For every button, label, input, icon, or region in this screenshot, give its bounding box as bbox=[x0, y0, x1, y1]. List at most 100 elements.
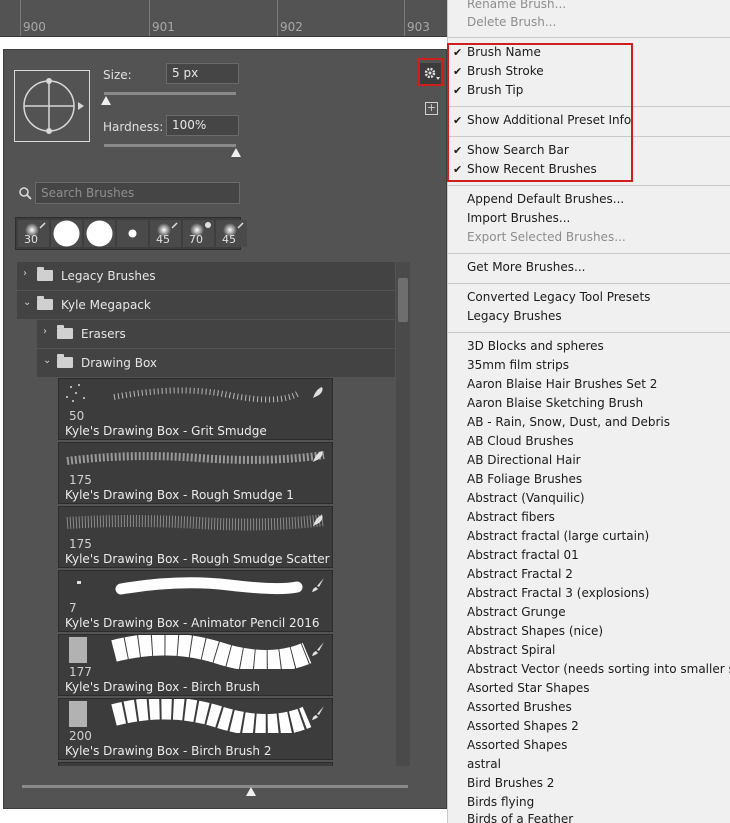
menu-item-legacy-brushes[interactable]: Legacy Brushes bbox=[467, 309, 562, 323]
menu-item-brush-library[interactable]: Abstract Fractal 3 (explosions) bbox=[467, 586, 649, 600]
hardness-label: Hardness: bbox=[103, 120, 164, 134]
brush-name: Kyle's Drawing Box - Birch Brush bbox=[65, 680, 261, 694]
size-slider-track[interactable] bbox=[104, 92, 236, 95]
recent-brush-size: 45 bbox=[156, 233, 170, 246]
brush-row[interactable]: 177 Kyle's Drawing Box - Birch Brush bbox=[58, 633, 333, 696]
brush-size: 7 bbox=[69, 601, 77, 615]
recent-brush[interactable] bbox=[117, 220, 148, 247]
chevron-down-icon[interactable]: ⌄ bbox=[43, 356, 51, 366]
hardness-slider-track[interactable] bbox=[104, 144, 236, 147]
group-kyle-megapack[interactable]: ⌄ Kyle Megapack bbox=[17, 291, 395, 319]
menu-item-brush-library[interactable]: Assorted Shapes 2 bbox=[467, 719, 579, 733]
menu-item-brush-library[interactable]: Birds flying bbox=[467, 795, 534, 809]
menu-item-brush-library[interactable]: Assorted Brushes bbox=[467, 700, 572, 714]
brush-stroke-preview bbox=[66, 384, 301, 403]
group-erasers[interactable]: › Erasers bbox=[37, 320, 395, 348]
menu-item-get-more-brushes[interactable]: Get More Brushes... bbox=[467, 260, 585, 274]
recent-brush[interactable]: 70 bbox=[183, 220, 214, 247]
recent-brush[interactable]: 45 bbox=[216, 220, 247, 247]
menu-item-brush-library[interactable]: Aaron Blaise Sketching Brush bbox=[467, 396, 643, 410]
menu-item-brush-library[interactable]: Bird Brushes 2 bbox=[467, 776, 554, 790]
menu-item-brush-library[interactable]: 3D Blocks and spheres bbox=[467, 339, 604, 353]
menu-item-brush-library[interactable]: AB Foliage Brushes bbox=[467, 472, 582, 486]
brush-name: Kyle's Drawing Box - Grit Smudge bbox=[65, 424, 267, 438]
brush-size: 200 bbox=[69, 729, 92, 743]
scrollbar-thumb[interactable] bbox=[398, 278, 408, 322]
group-drawing-box[interactable]: ⌄ Drawing Box bbox=[37, 349, 395, 377]
paintbrush-tool-icon bbox=[312, 642, 324, 656]
ruler-tick bbox=[149, 0, 150, 36]
group-legacy-brushes[interactable]: › Legacy Brushes bbox=[17, 262, 395, 290]
menu-item-brush-library[interactable]: AB Cloud Brushes bbox=[467, 434, 574, 448]
menu-item-import-brushes[interactable]: Import Brushes... bbox=[467, 211, 570, 225]
folder-open-icon bbox=[37, 296, 53, 310]
menu-item-brush-library[interactable]: AB - Rain, Snow, Dust, and Debris bbox=[467, 415, 670, 429]
menu-item-brush-library[interactable]: Aaron Blaise Hair Brushes Set 2 bbox=[467, 377, 657, 391]
ruler-label: 900 bbox=[23, 20, 46, 34]
new-brush-icon[interactable]: + bbox=[425, 102, 438, 115]
ruler-label: 901 bbox=[152, 20, 175, 34]
recent-brush[interactable]: 30 bbox=[18, 220, 49, 247]
brush-name: Kyle's Drawing Box - Rough Smudge 1 bbox=[65, 488, 294, 502]
group-label: Kyle Megapack bbox=[61, 298, 151, 312]
size-field[interactable]: 5 px bbox=[166, 63, 239, 84]
brush-tip-preview[interactable] bbox=[14, 70, 90, 142]
menu-separator bbox=[448, 283, 730, 284]
menu-item-brush-library[interactable]: Asorted Star Shapes bbox=[467, 681, 590, 695]
paintbrush-tool-icon bbox=[312, 578, 324, 592]
search-brushes-input[interactable]: Search Brushes bbox=[35, 182, 240, 204]
chevron-right-icon[interactable]: › bbox=[43, 327, 51, 337]
menu-item-brush-library[interactable]: Abstract (Vanquilic) bbox=[467, 491, 585, 505]
menu-item-export-selected-brushes[interactable]: Export Selected Brushes... bbox=[467, 230, 626, 244]
chevron-down-icon[interactable]: ⌄ bbox=[23, 298, 31, 308]
menu-item-brush-library[interactable]: astral bbox=[467, 757, 501, 771]
recent-brush[interactable]: 45 bbox=[150, 220, 181, 247]
menu-item-brush-library[interactable]: 35mm film strips bbox=[467, 358, 569, 372]
menu-item-brush-library[interactable]: Abstract Spiral bbox=[467, 643, 555, 657]
brush-name: Kyle's Drawing Box - Animator Pencil 201… bbox=[65, 616, 320, 630]
brush-row[interactable]: 200 Kyle's Drawing Box - Birch Brush 2 bbox=[58, 697, 333, 760]
brush-stroke-preview bbox=[69, 633, 312, 672]
hardness-slider-thumb[interactable] bbox=[231, 148, 241, 157]
group-label: Legacy Brushes bbox=[61, 269, 156, 283]
menu-item-brush-library[interactable]: Abstract Grunge bbox=[467, 605, 566, 619]
recent-brush[interactable] bbox=[84, 220, 115, 247]
chevron-right-icon[interactable]: › bbox=[23, 269, 31, 279]
menu-item-delete-brush[interactable]: Delete Brush... bbox=[467, 15, 556, 29]
menu-item-append-default-brushes[interactable]: Append Default Brushes... bbox=[467, 192, 624, 206]
brush-row[interactable]: 50 Kyle's Drawing Box - Grit Smudge bbox=[58, 378, 333, 440]
brush-list-scrollbar[interactable] bbox=[396, 262, 410, 766]
menu-item-rename-brush[interactable]: Rename Brush... bbox=[467, 0, 566, 11]
menu-item-brush-library[interactable]: Abstract Vector (needs sorting into smal… bbox=[467, 662, 730, 676]
thumbnail-size-thumb[interactable] bbox=[246, 787, 256, 796]
gear-highlight-box bbox=[417, 58, 444, 86]
smudge-tool-icon bbox=[313, 387, 323, 398]
menu-item-brush-library[interactable]: Abstract Fractal 2 bbox=[467, 567, 573, 581]
size-slider-thumb[interactable] bbox=[101, 96, 111, 105]
brush-row[interactable] bbox=[58, 762, 333, 766]
recent-brush-size: 30 bbox=[24, 233, 38, 246]
recent-brush[interactable] bbox=[51, 220, 82, 247]
brush-stroke-preview bbox=[69, 697, 312, 736]
menu-item-brush-library[interactable]: Birds of a Feather bbox=[467, 812, 573, 823]
brush-row[interactable]: 175 Kyle's Drawing Box - Rough Smudge Sc… bbox=[58, 506, 333, 568]
menu-item-brush-library[interactable]: Assorted Shapes bbox=[467, 738, 567, 752]
menu-item-brush-library[interactable]: Abstract fractal 01 bbox=[467, 548, 579, 562]
hardness-field[interactable]: 100% bbox=[166, 115, 239, 136]
paintbrush-tool-icon bbox=[312, 706, 324, 720]
view-options-highlight-box bbox=[447, 43, 633, 182]
brush-size: 175 bbox=[69, 473, 92, 487]
brush-stroke-preview bbox=[77, 577, 303, 595]
brush-row[interactable]: 175 Kyle's Drawing Box - Rough Smudge 1 bbox=[58, 442, 333, 504]
ruler-label: 903 bbox=[407, 20, 430, 34]
brush-row[interactable]: 7 Kyle's Drawing Box - Animator Pencil 2… bbox=[58, 570, 333, 632]
menu-item-brush-library[interactable]: Abstract Shapes (nice) bbox=[467, 624, 603, 638]
menu-item-brush-library[interactable]: Abstract fibers bbox=[467, 510, 555, 524]
menu-item-brush-library[interactable]: Abstract fractal (large curtain) bbox=[467, 529, 649, 543]
menu-item-brush-library[interactable]: AB Directional Hair bbox=[467, 453, 581, 467]
menu-item-converted-legacy-tool-presets[interactable]: Converted Legacy Tool Presets bbox=[467, 290, 650, 304]
brush-size: 177 bbox=[69, 665, 92, 679]
thumbnail-size-slider[interactable] bbox=[22, 785, 408, 788]
ruler-label: 902 bbox=[280, 20, 303, 34]
brush-stroke-preview bbox=[66, 451, 325, 465]
